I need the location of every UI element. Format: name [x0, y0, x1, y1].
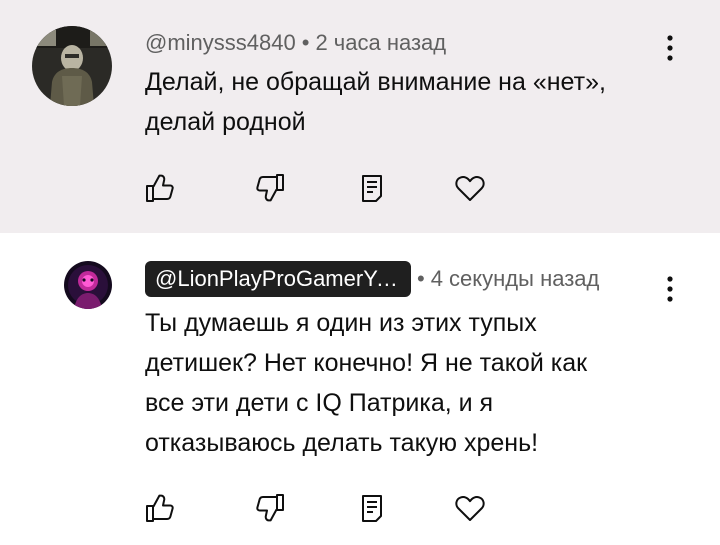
comment-line: Ты думаешь я один из этих тупых	[145, 309, 537, 337]
avatar-image	[32, 26, 112, 106]
heart-icon	[454, 492, 486, 524]
author-handle-badge[interactable]: @LionPlayProGamerYo...	[145, 261, 411, 297]
comment-meta: @minysss4840 • 2 часа назад	[145, 28, 446, 58]
avatar[interactable]	[64, 261, 112, 309]
reply-icon	[356, 492, 388, 524]
dislike-button[interactable]	[250, 488, 290, 528]
dislike-button[interactable]	[250, 168, 290, 208]
reply-button[interactable]	[352, 168, 392, 208]
more-vertical-icon	[666, 34, 674, 62]
thumbs-up-icon	[144, 492, 176, 524]
comment-time: 2 часа назад	[315, 30, 447, 55]
thumbs-down-icon	[254, 172, 286, 204]
comment-time: 4 секунды назад	[430, 266, 600, 291]
reply-button[interactable]	[352, 488, 392, 528]
avatar-image	[64, 261, 112, 309]
comment-line: Делай, не обращай внимание на «нет»,	[145, 68, 606, 96]
meta-separator: •	[301, 30, 310, 55]
comment-actions	[140, 168, 500, 208]
thumbs-down-icon	[254, 492, 286, 524]
reply-icon	[356, 172, 388, 204]
more-options-button[interactable]	[656, 28, 684, 68]
comment-line: детишек? Нет конечно! Я не такой как	[145, 349, 588, 377]
meta-separator: •	[417, 266, 425, 291]
heart-icon	[454, 172, 486, 204]
heart-button[interactable]	[450, 488, 490, 528]
comment: @LionPlayProGamerYo... • 4 секунды назад…	[0, 233, 720, 545]
comment-line: отказываюсь делать такую хрень!	[145, 429, 539, 457]
like-button[interactable]	[140, 488, 180, 528]
comment-highlighted: @minysss4840 • 2 часа назад Делай, не об…	[0, 0, 720, 233]
like-button[interactable]	[140, 168, 180, 208]
comment-text: Делай, не обращай внимание на «нет», дел…	[145, 62, 665, 142]
comment-actions	[140, 488, 500, 528]
thumbs-up-icon	[144, 172, 176, 204]
more-vertical-icon	[666, 275, 674, 303]
more-options-button[interactable]	[656, 269, 684, 309]
avatar[interactable]	[32, 26, 112, 106]
author-handle[interactable]: @minysss4840	[145, 30, 296, 56]
comment-line: делай родной	[145, 108, 306, 136]
comment-text: Ты думаешь я один из этих тупых детишек?…	[145, 303, 665, 463]
comment-line: все эти дети с IQ Патрика, и я	[145, 389, 494, 417]
comment-meta: @LionPlayProGamerYo... • 4 секунды назад	[145, 260, 599, 298]
heart-button[interactable]	[450, 168, 490, 208]
